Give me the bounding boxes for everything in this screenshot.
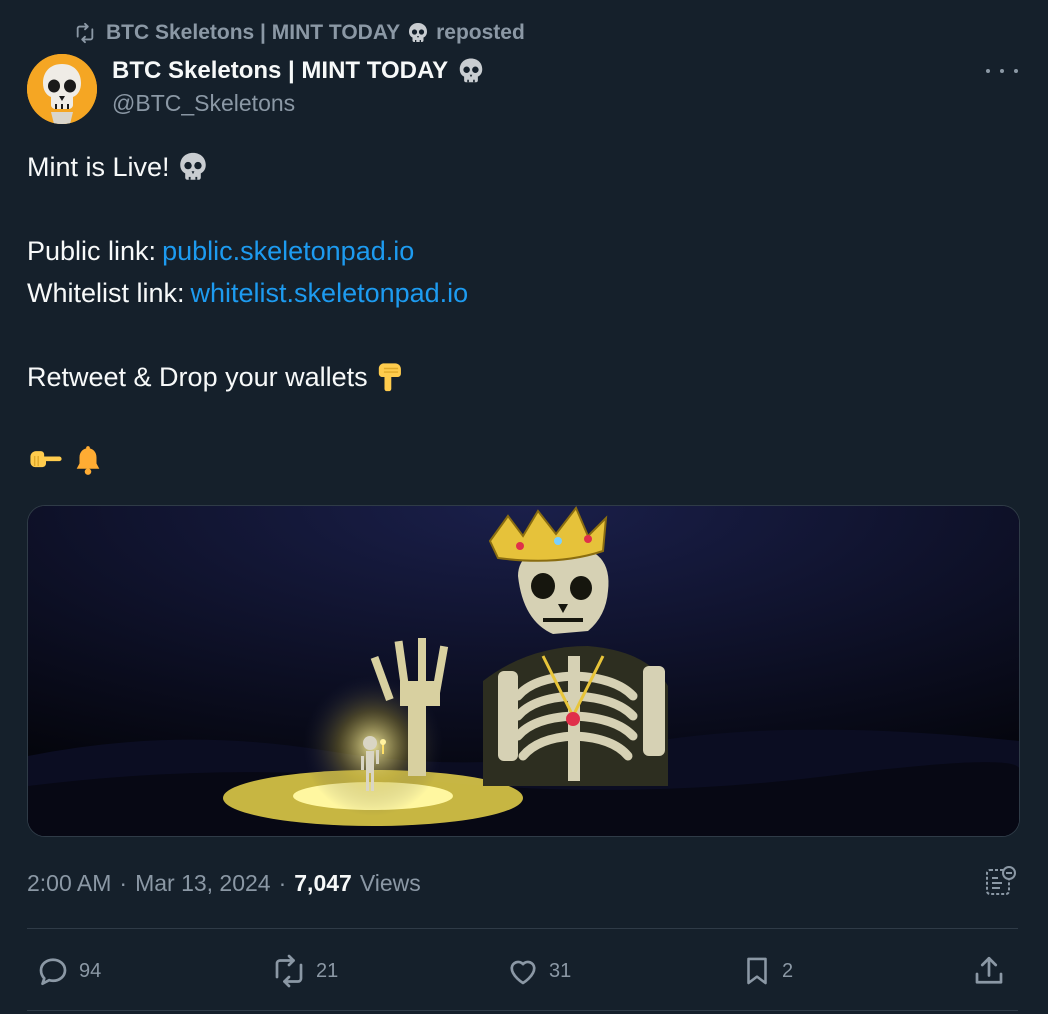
author-name[interactable]: BTC Skeletons | MINT TODAY [112, 57, 448, 85]
retweet-icon [270, 953, 308, 989]
tweet-line-1: Mint is Live! [27, 146, 1007, 188]
tweet-media-image[interactable] [27, 505, 1020, 837]
meta-separator: · [119, 869, 128, 896]
reply-icon [35, 953, 71, 989]
tweet-meta: 2:00 AM · Mar 13, 2024 · 7,047 Views [27, 866, 421, 900]
more-icon[interactable] [986, 60, 1018, 82]
divider [27, 928, 1018, 929]
reply-count: 94 [79, 959, 102, 982]
author-block: BTC Skeletons | MINT TODAY @BTC_Skeleton… [112, 54, 486, 117]
bookmark-icon [740, 953, 774, 989]
skull-emoji [406, 21, 430, 45]
analytics-icon[interactable] [984, 864, 1018, 898]
retweet-button[interactable]: 21 [270, 948, 338, 994]
divider [27, 1010, 1018, 1011]
repost-header[interactable]: BTC Skeletons | MINT TODAY reposted [72, 18, 525, 48]
whitelist-link-line: Whitelist link: whitelist.skeletonpad.io [27, 272, 1007, 314]
emoji-line [27, 440, 1007, 482]
like-icon [505, 953, 541, 989]
tweet-actions: 94 21 31 2 [27, 948, 1018, 994]
repost-label: reposted [436, 21, 525, 44]
public-link-line: Public link: public.skeletonpad.io [27, 230, 1007, 272]
reply-button[interactable]: 94 [35, 948, 101, 994]
public-link[interactable]: public.skeletonpad.io [162, 230, 414, 272]
views-label: Views [359, 869, 421, 896]
retweet-count: 21 [316, 959, 339, 982]
skull-emoji [176, 150, 210, 184]
author-handle[interactable]: @BTC_Skeletons [112, 90, 486, 117]
whitelist-link[interactable]: whitelist.skeletonpad.io [191, 272, 469, 314]
tweet-date[interactable]: Mar 13, 2024 [135, 870, 271, 897]
skull-emoji [456, 56, 486, 86]
repost-icon [72, 22, 98, 44]
like-button[interactable]: 31 [505, 948, 571, 994]
public-link-label: Public link: [27, 236, 157, 266]
mint-live-text: Mint is Live! [27, 152, 170, 182]
share-icon [971, 953, 1007, 989]
author-name-row[interactable]: BTC Skeletons | MINT TODAY [112, 54, 486, 88]
tweet-time[interactable]: 2:00 AM [27, 870, 111, 897]
tweet-text: Mint is Live! Public link: public.skelet… [27, 146, 1007, 482]
bell-emoji [71, 444, 105, 478]
whitelist-link-label: Whitelist link: [27, 278, 185, 308]
repost-account[interactable]: BTC Skeletons | MINT TODAY [106, 21, 400, 45]
share-button[interactable] [971, 948, 1007, 994]
point-right-emoji [27, 444, 65, 478]
cta-line: Retweet & Drop your wallets [27, 356, 1007, 398]
bookmark-count: 2 [782, 959, 794, 982]
avatar[interactable] [27, 54, 97, 124]
point-down-emoji [374, 360, 408, 394]
cta-text: Retweet & Drop your wallets [27, 362, 368, 392]
meta-separator: · [278, 869, 287, 896]
bookmark-button[interactable]: 2 [740, 948, 793, 994]
like-count: 31 [549, 959, 572, 982]
views-count: 7,047 [294, 869, 352, 896]
